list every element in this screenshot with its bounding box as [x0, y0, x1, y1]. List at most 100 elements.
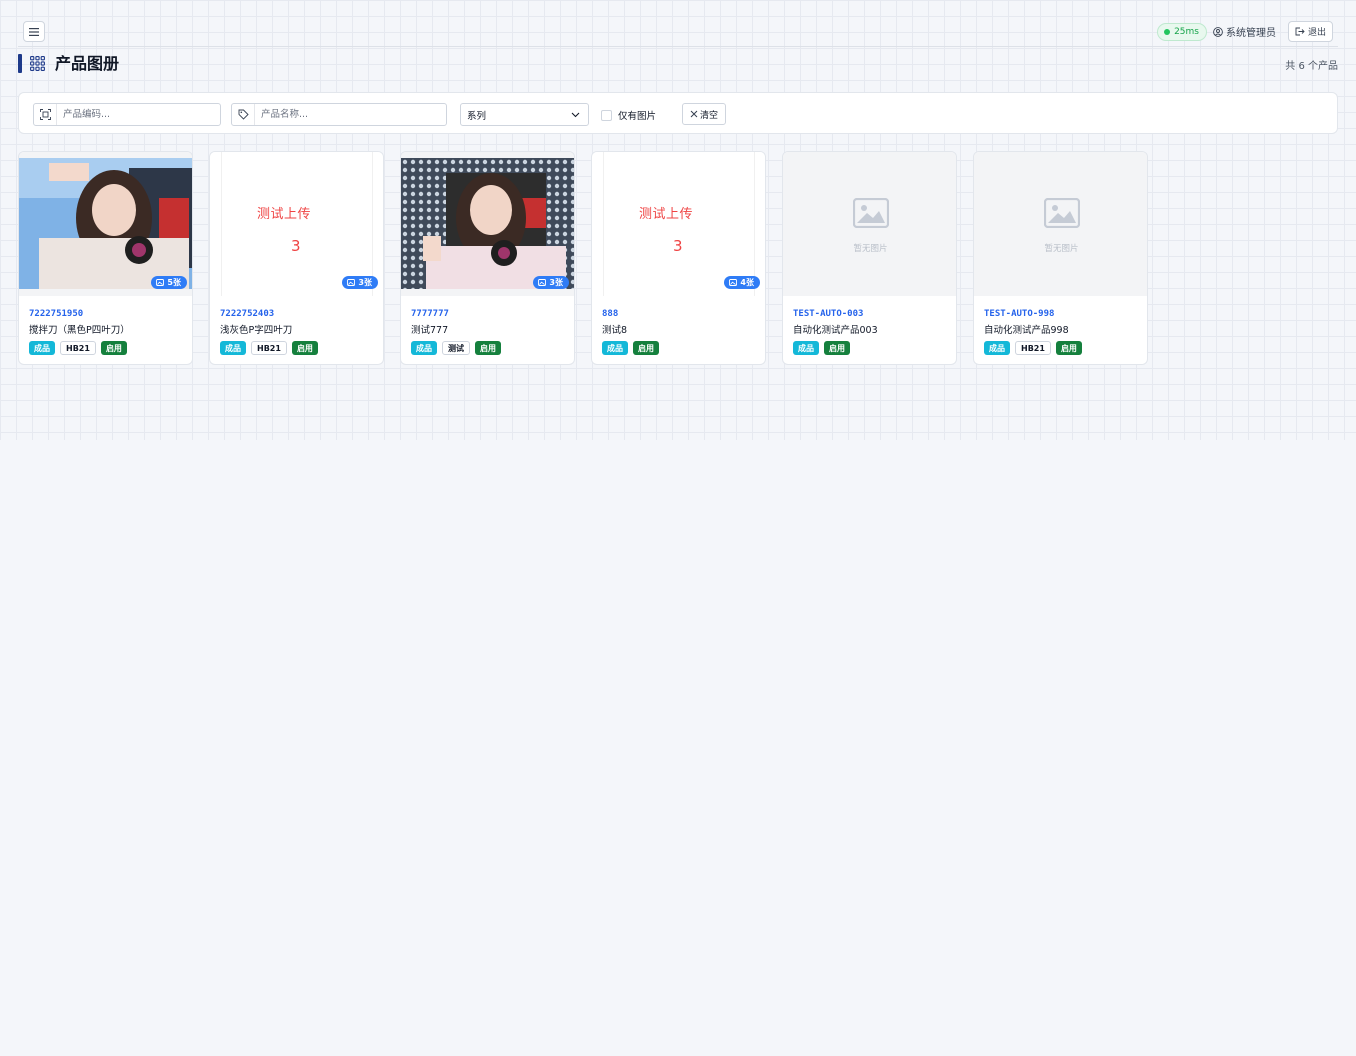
chevron-down-icon	[571, 112, 580, 117]
only-images-filter[interactable]: 仅有图片	[601, 108, 656, 122]
product-code: 7222751950	[29, 309, 84, 319]
image-count-badge: 3张	[342, 276, 378, 289]
type-tag: 成品	[984, 341, 1010, 355]
no-image-placeholder: 暂无图片	[974, 152, 1147, 296]
product-card[interactable]: 5张 7222751950 搅拌刀（黑色P四叶刀） 成品 HB21 启用	[18, 151, 193, 365]
no-image-text: 暂无图片	[1044, 244, 1079, 254]
image-count: 3张	[358, 278, 372, 287]
menu-toggle-button[interactable]	[23, 21, 45, 42]
image-placeholder-icon	[1043, 198, 1080, 228]
product-tags: 成品 HB21 启用	[984, 341, 1137, 355]
product-image[interactable]: 5张	[19, 152, 192, 296]
image-count: 5张	[167, 278, 181, 287]
product-tags: 成品 启用	[793, 341, 946, 355]
close-icon	[690, 110, 698, 118]
image-icon	[156, 279, 165, 286]
series-select-value: 系列	[467, 110, 487, 122]
page-header: 产品图册 共 6 个产品	[18, 53, 1338, 75]
image-icon	[347, 279, 356, 286]
type-tag: 成品	[29, 341, 55, 355]
series-tag: HB21	[1015, 341, 1051, 355]
type-tag: 成品	[602, 341, 628, 355]
grid-apps-icon	[30, 56, 45, 71]
product-card[interactable]: 3张 7777777 测试777 成品 测试 启用	[400, 151, 575, 365]
user-menu[interactable]: 系统管理员	[1213, 24, 1276, 39]
only-images-label: 仅有图片	[618, 111, 657, 122]
image-count-badge: 5张	[151, 276, 187, 289]
product-image[interactable]: 暂无图片	[974, 152, 1147, 296]
series-tag: HB21	[60, 341, 96, 355]
filter-bar: 系列 仅有图片 清空	[18, 92, 1338, 134]
product-image[interactable]: 暂无图片	[783, 152, 956, 296]
no-image-placeholder: 暂无图片	[783, 152, 956, 296]
code-search-field	[33, 103, 221, 126]
product-tags: 成品 HB21 启用	[220, 341, 373, 355]
tag-icon	[238, 109, 249, 120]
upload-image-text: 测试上传	[257, 207, 312, 222]
product-card[interactable]: 测试上传 3 3张 7222752403 浅灰色P字四叶刀 成品 HB21 启用	[209, 151, 384, 365]
latency-value: 25ms	[1174, 26, 1199, 37]
logout-label: 退出	[1307, 28, 1326, 38]
code-field-prefix	[34, 104, 57, 125]
only-images-checkbox[interactable]	[601, 109, 612, 121]
logout-button[interactable]: 退出	[1287, 21, 1333, 42]
code-search-input[interactable]	[57, 105, 217, 124]
no-image-text: 暂无图片	[853, 244, 888, 254]
product-code: 888	[602, 309, 619, 319]
series-tag: HB21	[251, 341, 287, 355]
logout-icon	[1295, 27, 1305, 36]
user-icon	[1213, 26, 1223, 37]
image-placeholder-icon	[852, 198, 889, 228]
clear-label: 清空	[699, 110, 718, 121]
product-tags: 成品 启用	[602, 341, 755, 355]
product-code: 7777777	[411, 309, 449, 319]
image-icon	[538, 279, 547, 286]
type-tag: 成品	[411, 341, 437, 355]
product-photo	[401, 158, 574, 289]
product-card[interactable]: 测试上传 3 4张 888 测试8 成品 启用	[591, 151, 766, 365]
status-tag: 启用	[291, 341, 318, 355]
latency-badge: 25ms	[1157, 22, 1207, 41]
product-card[interactable]: 暂无图片 TEST-AUTO-998 自动化测试产品998 成品 HB21 启用	[973, 151, 1148, 365]
upload-image-number: 3	[673, 237, 683, 255]
product-name: 自动化测试产品998	[984, 325, 1069, 336]
product-card[interactable]: 暂无图片 TEST-AUTO-003 自动化测试产品003 成品 启用	[782, 151, 957, 365]
type-tag: 成品	[793, 341, 819, 355]
product-count: 共 6 个产品	[1285, 61, 1338, 72]
status-tag: 启用	[475, 341, 501, 355]
series-tag: 测试	[442, 341, 470, 355]
name-field-prefix	[232, 104, 255, 125]
status-dot-icon	[1164, 28, 1171, 35]
product-code: TEST-AUTO-003	[793, 309, 864, 319]
top-right-area: 25ms 系统管理员 退出	[1157, 21, 1333, 42]
status-tag: 启用	[100, 341, 127, 355]
product-code: TEST-AUTO-998	[984, 309, 1055, 319]
image-count-badge: 3张	[533, 276, 569, 289]
product-name: 浅灰色P字四叶刀	[220, 325, 293, 336]
series-select[interactable]: 系列	[460, 103, 589, 126]
name-search-input[interactable]	[255, 105, 443, 124]
product-code: 7222752403	[220, 309, 275, 319]
upload-test-image: 测试上传 3	[221, 152, 373, 296]
product-photo	[19, 158, 192, 289]
product-tags: 成品 HB21 启用	[29, 341, 182, 355]
clear-button[interactable]: 清空	[682, 103, 726, 125]
product-tags: 成品 测试 启用	[411, 341, 564, 355]
status-tag: 启用	[1055, 341, 1082, 355]
product-name: 测试777	[411, 325, 449, 336]
product-name: 自动化测试产品003	[793, 325, 878, 336]
image-count: 4张	[740, 278, 754, 287]
upload-image-text: 测试上传	[639, 207, 694, 222]
scan-icon	[39, 109, 51, 120]
upload-image-number: 3	[291, 237, 301, 255]
image-icon	[729, 279, 738, 286]
product-grid: 5张 7222751950 搅拌刀（黑色P四叶刀） 成品 HB21 启用 测试上…	[18, 151, 1148, 365]
status-tag: 启用	[633, 341, 659, 355]
product-image[interactable]: 3张	[401, 152, 574, 296]
type-tag: 成品	[220, 341, 246, 355]
title-accent-bar	[18, 54, 22, 73]
product-image[interactable]: 测试上传 3 4张	[592, 152, 765, 296]
top-bar: 25ms 系统管理员 退出	[18, 20, 1338, 47]
image-count: 3张	[549, 278, 563, 287]
product-image[interactable]: 测试上传 3 3张	[210, 152, 383, 296]
